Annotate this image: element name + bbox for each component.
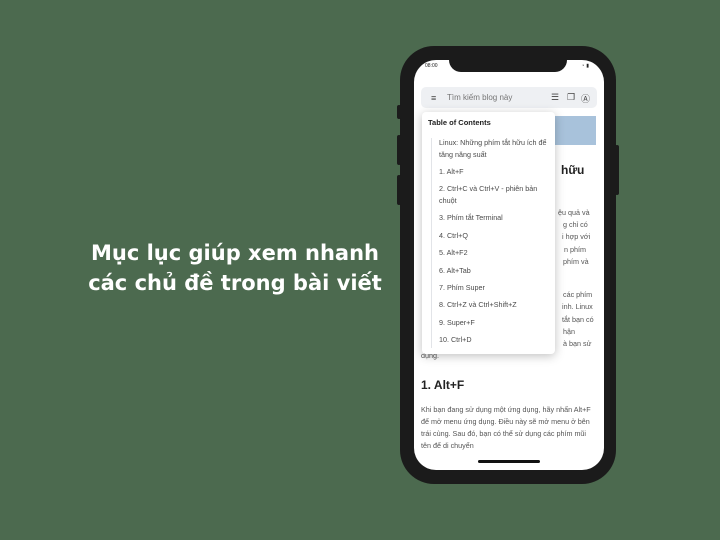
caption: Mục lục giúp xem nhanh các chủ đề trong … bbox=[80, 238, 390, 298]
status-icons: ◔▮ bbox=[581, 63, 591, 69]
table-of-contents-popup: Table of Contents Linux: Những phím tắt … bbox=[422, 112, 555, 354]
article-text-fragment: phím và bbox=[563, 257, 589, 266]
section-paragraph: Khi bạn đang sử dụng một ứng dụng, hãy n… bbox=[421, 405, 591, 450]
section-heading: 1. Alt+F bbox=[421, 378, 465, 392]
search-bar[interactable]: ≡ ☰ ❐ Ⓐ bbox=[421, 87, 597, 108]
caption-line-1: Mục lục giúp xem nhanh bbox=[91, 241, 379, 265]
toc-item[interactable]: 5. Alt+F2 bbox=[439, 247, 551, 259]
toc-item[interactable]: 7. Phím Super bbox=[439, 282, 551, 294]
toc-item[interactable]: 10. Ctrl+D bbox=[439, 334, 551, 346]
toc-item[interactable]: 6. Alt+Tab bbox=[439, 265, 551, 277]
article-text-fragment: i hợp với bbox=[562, 232, 591, 241]
article-text-fragment: g chỉ có bbox=[563, 220, 588, 229]
toc-item[interactable]: Linux: Những phím tắt hữu ích để tăng nă… bbox=[439, 137, 551, 160]
article-text-fragment: inh. Linux bbox=[562, 302, 593, 311]
toc-item[interactable]: 2. Ctrl+C và Ctrl+V - phiên bản chuột bbox=[439, 183, 551, 206]
article-text-fragment: à bạn sử bbox=[563, 339, 592, 348]
article-title-fragment: hữu bbox=[561, 163, 585, 177]
toc-item[interactable]: 8. Ctrl+Z và Ctrl+Shift+Z bbox=[439, 299, 551, 311]
caption-line-2: các chủ đề trong bài viết bbox=[88, 271, 382, 295]
toc-item[interactable]: 4. Ctrl+Q bbox=[439, 230, 551, 242]
article-text-fragment: hận bbox=[563, 327, 575, 336]
toc-item[interactable]: 9. Super+F bbox=[439, 317, 551, 329]
battery-icon: ▮ bbox=[586, 63, 591, 69]
list-icon[interactable]: ☰ bbox=[551, 92, 559, 103]
side-button-volume-down bbox=[397, 175, 401, 205]
article-text-fragment: các phím bbox=[563, 290, 593, 299]
search-input[interactable] bbox=[447, 93, 537, 102]
side-button-volume-up bbox=[397, 135, 401, 165]
bookmark-icon[interactable]: ❐ bbox=[567, 92, 575, 103]
article-text-fragment: ệu quả và bbox=[558, 208, 590, 217]
toc-item[interactable]: 1. Alt+F bbox=[439, 166, 551, 178]
article-text-fragment: tắt bạn có bbox=[562, 315, 594, 324]
text-search-icon[interactable]: Ⓐ bbox=[581, 92, 590, 105]
side-button-mute bbox=[397, 105, 401, 119]
notch bbox=[449, 60, 567, 72]
home-indicator[interactable] bbox=[478, 460, 540, 463]
article-text-fragment: n phím bbox=[564, 245, 586, 254]
toc-item[interactable]: 3. Phím tắt Terminal bbox=[439, 212, 551, 224]
toc-guide-line bbox=[431, 138, 432, 348]
side-button-power bbox=[615, 145, 619, 195]
menu-icon[interactable]: ≡ bbox=[431, 93, 436, 103]
status-time: 08:00 bbox=[425, 63, 438, 69]
phone-screen: 08:00 ◔▮ ≡ ☰ ❐ Ⓐ hữu ệu quả và g chỉ có … bbox=[414, 60, 604, 470]
toc-title: Table of Contents bbox=[428, 118, 491, 127]
